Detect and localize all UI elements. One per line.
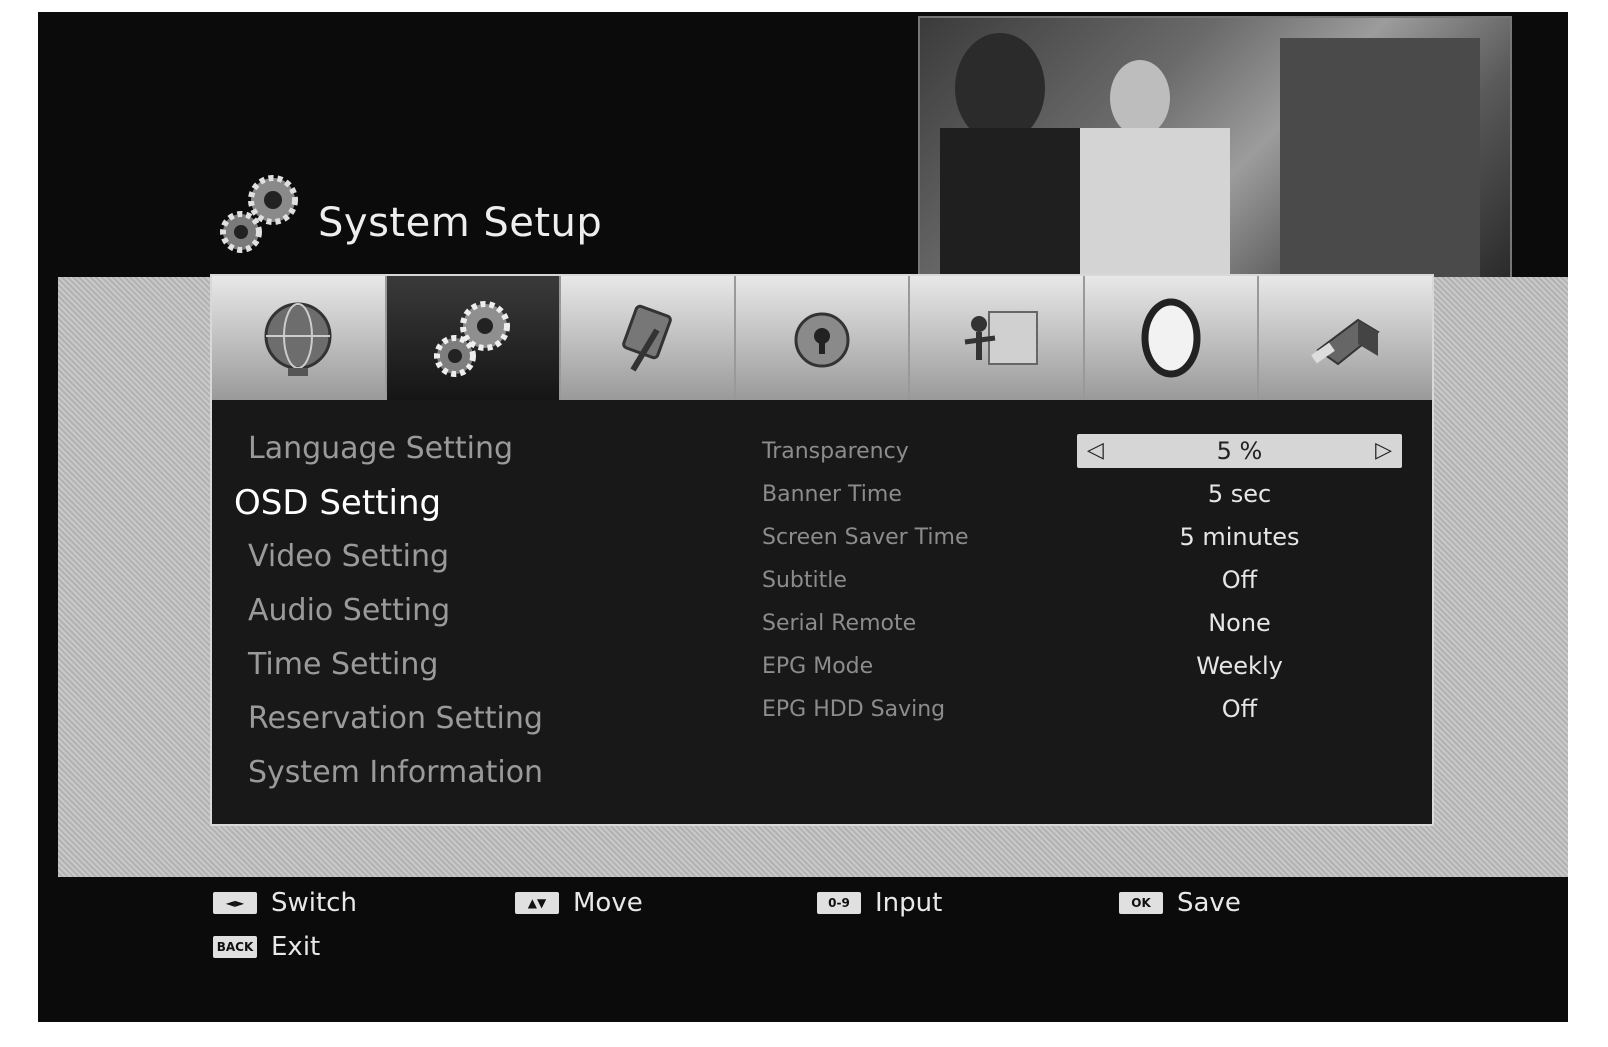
up-down-key-icon: ▲▼ [515,892,559,914]
setting-row-subtitle[interactable]: Subtitle Off [762,559,1402,602]
installation-icon [964,311,1038,365]
left-right-key-icon: ◄► [213,892,257,914]
tv-screen: System Setup Language Setting OSD Settin… [38,12,1568,1022]
tab-lock[interactable] [735,276,911,400]
globe-icon [264,302,332,376]
setting-label: Serial Remote [762,611,917,636]
hint-label: Exit [271,932,321,962]
gears-icon [220,175,298,253]
number-key-icon: 0-9 [817,892,861,914]
setting-label: Subtitle [762,568,847,593]
category-tabs [212,276,1433,400]
setup-menu: Language Setting OSD Setting Video Setti… [210,274,1434,826]
submenu-list: Language Setting OSD Setting Video Setti… [234,422,714,800]
submenu-osd-setting[interactable]: OSD Setting [234,476,714,530]
setting-value: 5 sec [1207,480,1272,508]
setting-value: Off [1221,566,1258,594]
tab-globe[interactable] [212,276,387,400]
setting-row-serial-remote[interactable]: Serial Remote None [762,602,1402,645]
video-preview [918,16,1512,282]
osd-settings: Transparency ◁ 5 % ▷ Banner Time 5 sec S… [762,430,1402,731]
setting-value: 5 minutes [1179,523,1300,551]
setting-row-epg-hdd-saving[interactable]: EPG HDD Saving Off [762,688,1402,731]
setting-value: Weekly [1196,652,1283,680]
submenu-video-setting[interactable]: Video Setting [234,530,714,584]
setting-label: Banner Time [762,482,902,507]
setting-value-selector[interactable]: ◁ 5 % ▷ [1077,434,1402,468]
setting-value: 5 % [1216,437,1263,465]
hint-exit: BACK Exit [213,929,320,965]
submenu-time-setting[interactable]: Time Setting [234,638,714,692]
setting-label: EPG Mode [762,654,874,679]
lock-icon [794,312,850,368]
setting-row-screen-saver-time[interactable]: Screen Saver Time 5 minutes [762,516,1402,559]
hint-move: ▲▼ Move [515,885,643,921]
tab-installation[interactable] [910,276,1085,400]
page-title: System Setup [318,200,603,246]
setting-row-epg-mode[interactable]: EPG Mode Weekly [762,645,1402,688]
tab-ring[interactable] [1084,276,1260,400]
setting-row-banner-time[interactable]: Banner Time 5 sec [762,473,1402,516]
setting-value: Off [1221,695,1258,723]
preview-image [940,33,1480,280]
setting-row-transparency[interactable]: Transparency ◁ 5 % ▷ [762,430,1402,473]
arrow-left-icon[interactable]: ◁ [1087,434,1104,468]
setting-label: Screen Saver Time [762,525,969,550]
menu-content: Language Setting OSD Setting Video Setti… [212,400,1432,824]
key-hints: ◄► Switch ▲▼ Move 0-9 Input OK Save BACK… [213,885,1413,985]
hint-label: Input [875,888,943,918]
submenu-reservation-setting[interactable]: Reservation Setting [234,692,714,746]
hint-input: 0-9 Input [817,885,942,921]
usb-icon [1310,318,1380,366]
setting-label: Transparency [762,439,909,464]
hint-label: Move [573,888,643,918]
submenu-audio-setting[interactable]: Audio Setting [234,584,714,638]
tab-usb[interactable] [1259,276,1433,400]
tab-tools[interactable] [561,276,736,400]
hint-label: Switch [271,888,357,918]
setting-value: None [1208,609,1271,637]
hint-switch: ◄► Switch [213,885,357,921]
hint-label: Save [1177,888,1241,918]
tab-system-setup[interactable] [386,276,562,400]
arrow-right-icon[interactable]: ▷ [1375,434,1392,468]
tools-icon [622,304,673,372]
ok-key-icon: OK [1119,892,1163,914]
setting-label: EPG HDD Saving [762,697,946,722]
gears-icon [433,301,510,377]
back-key-icon: BACK [213,936,257,958]
submenu-system-information[interactable]: System Information [234,746,714,800]
ring-icon [1141,298,1201,378]
submenu-language-setting[interactable]: Language Setting [234,422,714,476]
hint-save: OK Save [1119,885,1241,921]
